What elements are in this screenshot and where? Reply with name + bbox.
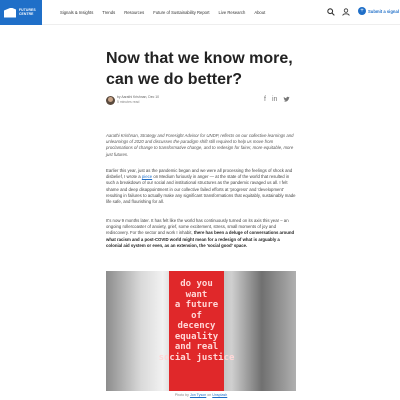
paragraph-1: Earlier this year, just as the pandemic … (106, 168, 296, 205)
paragraph-2: It's now 9 months later. It has felt lik… (106, 218, 296, 249)
nav-trends[interactable]: Trends (102, 10, 115, 15)
caption-prefix: Photo by (174, 393, 189, 397)
submit-signal-button[interactable]: + Submit a signal (358, 7, 399, 15)
caption-on: on (207, 393, 212, 397)
main-nav: Signals & Insights Trends Resources Futu… (60, 0, 274, 25)
piece-link[interactable]: piece (142, 174, 152, 179)
article-photo: do you want a future of decency equality… (106, 271, 296, 391)
poster-line: equality (174, 331, 219, 342)
user-icon[interactable] (342, 8, 350, 16)
author-avatar[interactable] (106, 96, 115, 105)
photographer-link[interactable]: Jon Tyson (190, 393, 206, 397)
nav-resources[interactable]: Resources (124, 10, 144, 15)
nav-signals-insights[interactable]: Signals & Insights (60, 10, 93, 15)
futures-centre-logo[interactable]: FUTURES CENTRE (0, 0, 42, 25)
linkedin-icon[interactable]: in (272, 96, 277, 103)
logo-text: FUTURES CENTRE (19, 8, 41, 16)
poster: do you want a future of decency equality… (159, 271, 234, 391)
poster-line: social justice (158, 352, 235, 363)
byline: by Aarathi Krishnan, Dec 10 (117, 95, 160, 99)
article-title: Now that we know more, can we do better? (106, 50, 293, 88)
share-links: f in (264, 96, 291, 103)
poster-line: decency (177, 321, 216, 331)
unsplash-link[interactable]: Unsplash (212, 393, 227, 397)
read-time: 5 minutes read (117, 100, 140, 104)
nav-live-research[interactable]: Live Research (219, 10, 246, 15)
submit-signal-label: Submit a signal (368, 8, 399, 14)
poster-line: and real (174, 342, 219, 352)
logo-line-2: CENTRE (19, 11, 34, 16)
poster-line: a future (174, 300, 219, 310)
nav-about[interactable]: About (254, 10, 265, 15)
poster-line: of (191, 310, 202, 321)
facebook-icon[interactable]: f (264, 96, 266, 103)
twitter-icon[interactable] (283, 96, 291, 103)
photo-caption: Photo by Jon Tyson on Unsplash (106, 393, 296, 397)
poster-line: do you (180, 279, 213, 289)
site-header: FUTURES CENTRE Signals & Insights Trends… (0, 0, 400, 25)
nav-future-of-sustainability-report[interactable]: Future of Sustainability Report (153, 10, 209, 15)
search-icon[interactable] (327, 8, 335, 16)
poster-line: want (185, 289, 208, 300)
article-intro: Aarathi Krishnan, Strategy and Foresight… (106, 133, 294, 157)
plus-circle-icon: + (358, 7, 366, 15)
logo-mark-icon (4, 7, 16, 18)
